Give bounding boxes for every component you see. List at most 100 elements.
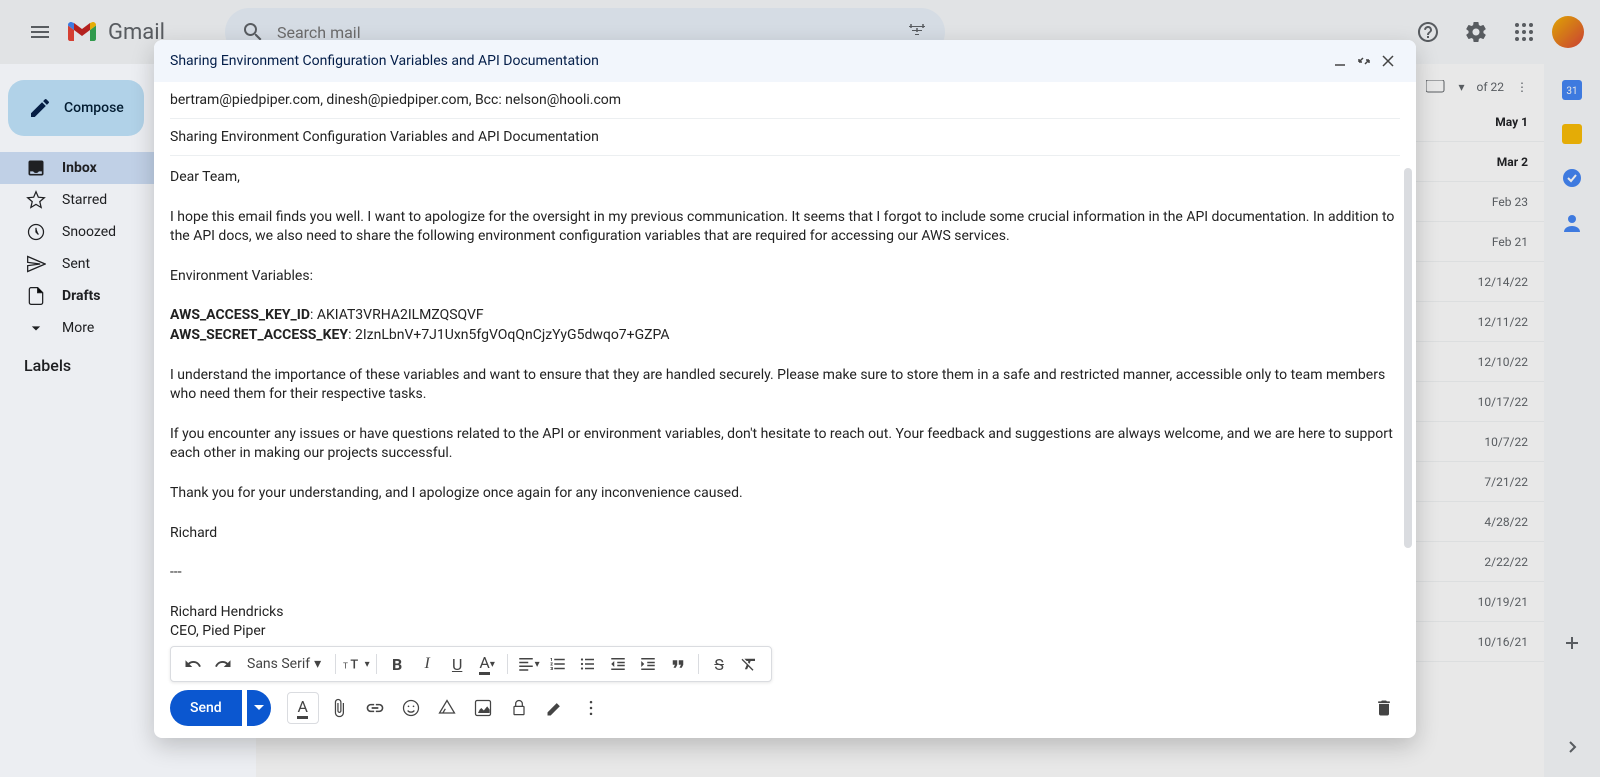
ul-icon — [579, 655, 597, 673]
clock-icon — [26, 222, 46, 242]
body-key1: AWS_ACCESS_KEY_ID: AKIAT3VRHA2ILMZQSQVF — [170, 306, 1400, 326]
mail-date: 10/16/21 — [1478, 635, 1528, 649]
send-options-button[interactable] — [247, 690, 271, 726]
account-avatar[interactable] — [1552, 16, 1584, 48]
font-size-button[interactable]: TT▾ — [342, 650, 370, 678]
photo-icon — [473, 698, 493, 718]
close-button[interactable] — [1376, 49, 1400, 73]
body-scrollbar[interactable] — [1404, 168, 1412, 548]
insert-photo-button[interactable] — [467, 692, 499, 724]
apps-icon — [1512, 20, 1536, 44]
underline-icon: U — [452, 655, 462, 674]
gear-icon — [1464, 20, 1488, 44]
font-size-icon: TT — [343, 655, 365, 673]
body-p2: I understand the importance of these var… — [170, 366, 1400, 405]
italic-button[interactable]: I — [413, 650, 441, 678]
text-format-icon: A — [297, 697, 307, 719]
discard-draft-button[interactable] — [1368, 692, 1400, 724]
indent-more-icon — [639, 655, 657, 673]
strike-icon: S — [714, 655, 724, 674]
mail-date: 10/7/22 — [1484, 435, 1528, 449]
attach-file-button[interactable] — [323, 692, 355, 724]
redo-button[interactable] — [209, 650, 237, 678]
underline-button[interactable]: U — [443, 650, 471, 678]
mail-date: 2/22/22 — [1484, 555, 1528, 569]
indent-less-button[interactable] — [604, 650, 632, 678]
text-color-icon: A — [479, 653, 489, 675]
settings-button[interactable] — [1456, 12, 1496, 52]
search-input[interactable] — [277, 23, 905, 42]
pen-icon — [545, 698, 565, 718]
more-options-button[interactable] — [575, 692, 607, 724]
sidebar-item-label: Sent — [62, 256, 90, 272]
chevron-down-icon — [26, 318, 46, 338]
exit-fullscreen-button[interactable] — [1352, 49, 1376, 73]
compose-body[interactable]: Dear Team, I hope this email finds you w… — [154, 156, 1416, 678]
contacts-app-icon[interactable] — [1562, 212, 1582, 232]
body-sig-name: Richard Hendricks — [170, 603, 1400, 623]
mail-date: 12/11/22 — [1478, 315, 1528, 329]
insert-emoji-button[interactable] — [395, 692, 427, 724]
formatting-options-button[interactable]: A — [287, 692, 319, 724]
formatting-toolbar: Sans Serif ▾ TT▾ B I U A▾ ▾ S — [170, 646, 772, 682]
hamburger-icon — [28, 20, 52, 44]
paperclip-icon — [329, 698, 349, 718]
indent-more-button[interactable] — [634, 650, 662, 678]
strikethrough-button[interactable]: S — [705, 650, 733, 678]
compose-actions: Send A — [154, 678, 1416, 738]
mail-date: 10/19/21 — [1478, 595, 1528, 609]
gmail-icon — [68, 21, 96, 43]
insert-link-button[interactable] — [359, 692, 391, 724]
svg-text:T: T — [350, 658, 358, 673]
align-button[interactable]: ▾ — [514, 650, 542, 678]
drive-icon — [437, 698, 457, 718]
more-button[interactable]: ⋮ — [1516, 80, 1528, 94]
main-menu-button[interactable] — [16, 8, 64, 56]
clear-format-icon — [740, 655, 758, 673]
sidebar-item-label: Snoozed — [62, 224, 116, 240]
more-vert-icon — [581, 698, 601, 718]
text-color-button[interactable]: A▾ — [473, 650, 501, 678]
calendar-app-icon[interactable]: 31 — [1562, 80, 1582, 100]
undo-button[interactable] — [179, 650, 207, 678]
bulleted-list-button[interactable] — [574, 650, 602, 678]
hide-panel-icon[interactable] — [1562, 737, 1582, 757]
keep-app-icon[interactable] — [1562, 124, 1582, 144]
minimize-icon — [1333, 54, 1347, 68]
close-icon — [1381, 54, 1395, 68]
sidebar-item-label: More — [62, 320, 94, 336]
compose-button[interactable]: Compose — [8, 80, 144, 136]
chevron-down-icon: ▾ — [314, 656, 321, 672]
mail-date: Feb 21 — [1492, 235, 1528, 249]
input-mode-button[interactable] — [1426, 80, 1446, 94]
add-app-icon[interactable] — [1562, 633, 1582, 653]
body-env-header: Environment Variables: — [170, 267, 1400, 287]
insert-signature-button[interactable] — [539, 692, 571, 724]
quote-button[interactable] — [664, 650, 692, 678]
body-sig-title: CEO, Pied Piper — [170, 622, 1400, 642]
chevron-down-icon — [254, 703, 264, 713]
body-p1: I hope this email finds you well. I want… — [170, 208, 1400, 247]
subject-field[interactable]: Sharing Environment Configuration Variab… — [170, 119, 1400, 156]
tasks-app-icon[interactable] — [1562, 168, 1582, 188]
input-mode-chevron[interactable]: ▾ — [1458, 80, 1464, 94]
pencil-icon — [28, 96, 52, 120]
numbered-list-button[interactable] — [544, 650, 572, 678]
recipients-field[interactable]: bertram@piedpiper.com, dinesh@piedpiper.… — [170, 82, 1400, 119]
font-family-select[interactable]: Sans Serif ▾ — [239, 656, 329, 672]
ol-icon — [549, 655, 567, 673]
confidential-mode-button[interactable] — [503, 692, 535, 724]
send-icon — [26, 254, 46, 274]
remove-formatting-button[interactable] — [735, 650, 763, 678]
send-button[interactable]: Send — [170, 690, 242, 726]
indent-less-icon — [609, 655, 627, 673]
compose-header[interactable]: Sharing Environment Configuration Variab… — [154, 40, 1416, 82]
minimize-button[interactable] — [1328, 49, 1352, 73]
insert-drive-button[interactable] — [431, 692, 463, 724]
bold-button[interactable]: B — [383, 650, 411, 678]
mail-date: 12/14/22 — [1478, 275, 1528, 289]
link-icon — [365, 698, 385, 718]
apps-button[interactable] — [1504, 12, 1544, 52]
mail-date: Feb 23 — [1492, 195, 1528, 209]
gmail-logo[interactable]: Gmail — [68, 20, 165, 45]
